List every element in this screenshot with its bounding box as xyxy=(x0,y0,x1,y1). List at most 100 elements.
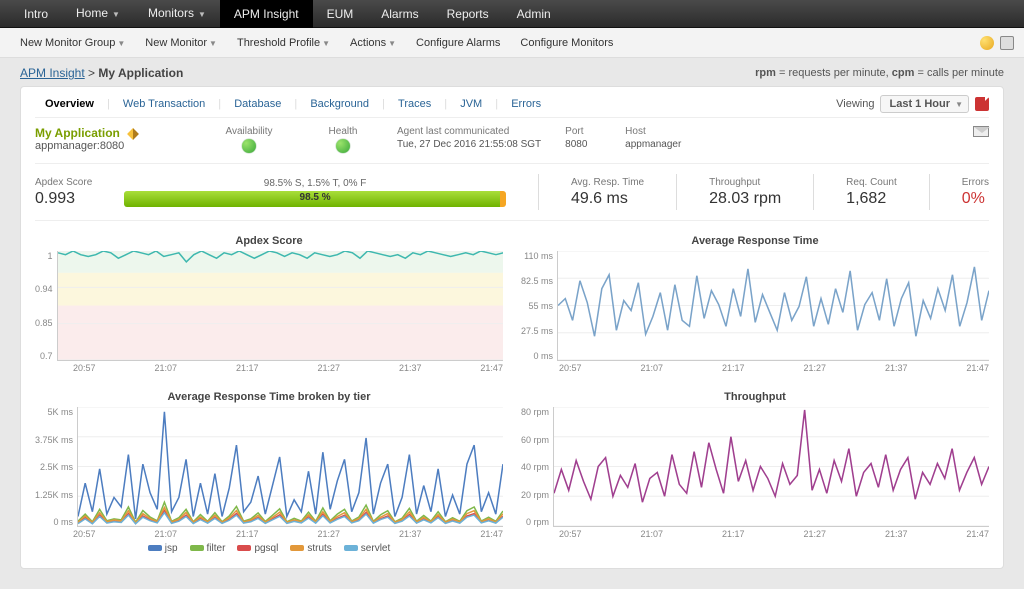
y-tick: 82.5 ms xyxy=(521,276,553,286)
err-label: Errors xyxy=(962,177,989,188)
topnav-home[interactable]: Home▼ xyxy=(62,0,134,29)
resp-label: Avg. Resp. Time xyxy=(571,177,644,188)
x-tick: 21:17 xyxy=(722,363,745,373)
mail-icon[interactable] xyxy=(973,126,989,137)
y-tick: 1 xyxy=(35,251,53,261)
x-tick: 21:07 xyxy=(154,529,177,539)
availability-status-icon xyxy=(242,139,256,153)
subnav-threshold-profile[interactable]: Threshold Profile▼ xyxy=(227,37,340,49)
legend-item: jsp xyxy=(148,543,178,554)
x-tick: 21:27 xyxy=(317,363,340,373)
y-tick: 0 rpm xyxy=(521,517,549,527)
pdf-icon[interactable] xyxy=(975,97,989,111)
chevron-down-icon: ▼ xyxy=(322,39,330,48)
x-tick: 20:57 xyxy=(73,363,96,373)
subnav-new-monitor-group[interactable]: New Monitor Group▼ xyxy=(10,37,135,49)
x-tick: 21:07 xyxy=(640,363,663,373)
app-path: appmanager:8080 xyxy=(35,140,185,152)
x-tick: 21:37 xyxy=(399,529,422,539)
tab-overview[interactable]: Overview xyxy=(35,94,104,114)
edit-icon[interactable] xyxy=(127,128,139,140)
legend-item: pgsql xyxy=(237,543,278,554)
y-tick: 55 ms xyxy=(521,301,553,311)
viewing-label: Viewing xyxy=(836,98,874,110)
metric-row: Apdex Score 0.993 98.5% S, 1.5% T, 0% F … xyxy=(35,164,989,221)
y-tick: 1.25K ms xyxy=(35,490,73,500)
err-value: 0% xyxy=(962,190,989,208)
health-label: Health xyxy=(329,126,358,137)
x-tick: 21:37 xyxy=(885,529,908,539)
breadcrumb: APM Insight > My Application xyxy=(20,66,183,80)
req-value: 1,682 xyxy=(846,190,897,208)
x-tick: 21:47 xyxy=(480,529,503,539)
y-tick: 0 ms xyxy=(521,351,553,361)
tput-value: 28.03 rpm xyxy=(709,190,781,208)
tab-traces[interactable]: Traces xyxy=(388,94,441,114)
x-tick: 21:37 xyxy=(399,363,422,373)
top-nav: IntroHome▼Monitors▼APM InsightEUMAlarmsR… xyxy=(0,0,1024,28)
chevron-down-icon: ▼ xyxy=(117,39,125,48)
x-tick: 21:17 xyxy=(722,529,745,539)
topnav-alarms[interactable]: Alarms xyxy=(367,0,432,28)
x-tick: 21:07 xyxy=(154,363,177,373)
x-tick: 21:17 xyxy=(236,363,259,373)
subnav-configure-alarms[interactable]: Configure Alarms xyxy=(406,37,510,49)
y-tick: 5K ms xyxy=(35,407,73,417)
x-tick: 21:27 xyxy=(803,529,826,539)
tab-row: Overview | Web Transaction | Database | … xyxy=(35,95,989,118)
app-name: My Application xyxy=(35,126,185,140)
topnav-admin[interactable]: Admin xyxy=(503,0,565,28)
apdex-value: 0.993 xyxy=(35,190,92,208)
breadcrumb-link[interactable]: APM Insight xyxy=(20,66,85,80)
chevron-down-icon: ▼ xyxy=(209,39,217,48)
y-tick: 0.7 xyxy=(35,351,53,361)
x-tick: 21:27 xyxy=(803,363,826,373)
x-tick: 21:17 xyxy=(236,529,259,539)
tput-label: Throughput xyxy=(709,177,781,188)
y-tick: 0 ms xyxy=(35,517,73,527)
subnav-configure-monitors[interactable]: Configure Monitors xyxy=(510,37,623,49)
tab-jvm[interactable]: JVM xyxy=(450,94,492,114)
app-header: My Application appmanager:8080 Availabil… xyxy=(35,118,989,164)
y-tick: 40 rpm xyxy=(521,462,549,472)
y-tick: 110 ms xyxy=(521,251,553,261)
chart-title: Average Response Time broken by tier xyxy=(35,391,503,403)
chevron-down-icon: ▼ xyxy=(388,39,396,48)
topnav-intro[interactable]: Intro xyxy=(10,0,62,28)
x-tick: 21:47 xyxy=(480,363,503,373)
y-tick: 27.5 ms xyxy=(521,326,553,336)
subnav-new-monitor[interactable]: New Monitor▼ xyxy=(135,37,227,49)
chart-average-response-time: Average Response Time110 ms82.5 ms55 ms2… xyxy=(521,235,989,373)
topnav-eum[interactable]: EUM xyxy=(313,0,368,28)
port-value: 8080 xyxy=(565,139,601,150)
apdex-label: Apdex Score xyxy=(35,177,92,188)
tab-background[interactable]: Background xyxy=(300,94,379,114)
x-tick: 21:37 xyxy=(885,363,908,373)
topnav-reports[interactable]: Reports xyxy=(433,0,503,28)
tab-errors[interactable]: Errors xyxy=(501,94,551,114)
x-tick: 20:57 xyxy=(559,363,582,373)
y-tick: 80 rpm xyxy=(521,407,549,417)
tab-database[interactable]: Database xyxy=(224,94,291,114)
globe-icon[interactable] xyxy=(980,36,994,50)
req-label: Req. Count xyxy=(846,177,897,188)
legend-item: struts xyxy=(290,543,331,554)
apdex-bar: 98.5 % xyxy=(124,191,506,207)
host-value: appmanager xyxy=(625,139,681,150)
legend-item: servlet xyxy=(344,543,390,554)
topnav-monitors[interactable]: Monitors▼ xyxy=(134,0,220,29)
resp-value: 49.6 ms xyxy=(571,190,644,208)
main-panel: Overview | Web Transaction | Database | … xyxy=(20,86,1004,569)
chart-throughput: Throughput80 rpm60 rpm40 rpm20 rpm0 rpm2… xyxy=(521,391,989,554)
stf-breakdown: 98.5% S, 1.5% T, 0% F xyxy=(264,178,367,189)
tab-web-transaction[interactable]: Web Transaction xyxy=(113,94,215,114)
subnav-actions[interactable]: Actions▼ xyxy=(340,37,406,49)
rate-legend: rpm = requests per minute, cpm = calls p… xyxy=(755,67,1004,79)
print-icon[interactable] xyxy=(1000,36,1014,50)
chart-title: Throughput xyxy=(521,391,989,403)
time-range-dropdown[interactable]: Last 1 Hour xyxy=(880,95,969,113)
x-tick: 21:27 xyxy=(317,529,340,539)
topnav-apm-insight[interactable]: APM Insight xyxy=(220,0,313,28)
x-tick: 21:07 xyxy=(640,529,663,539)
breadcrumb-current: My Application xyxy=(98,66,183,80)
